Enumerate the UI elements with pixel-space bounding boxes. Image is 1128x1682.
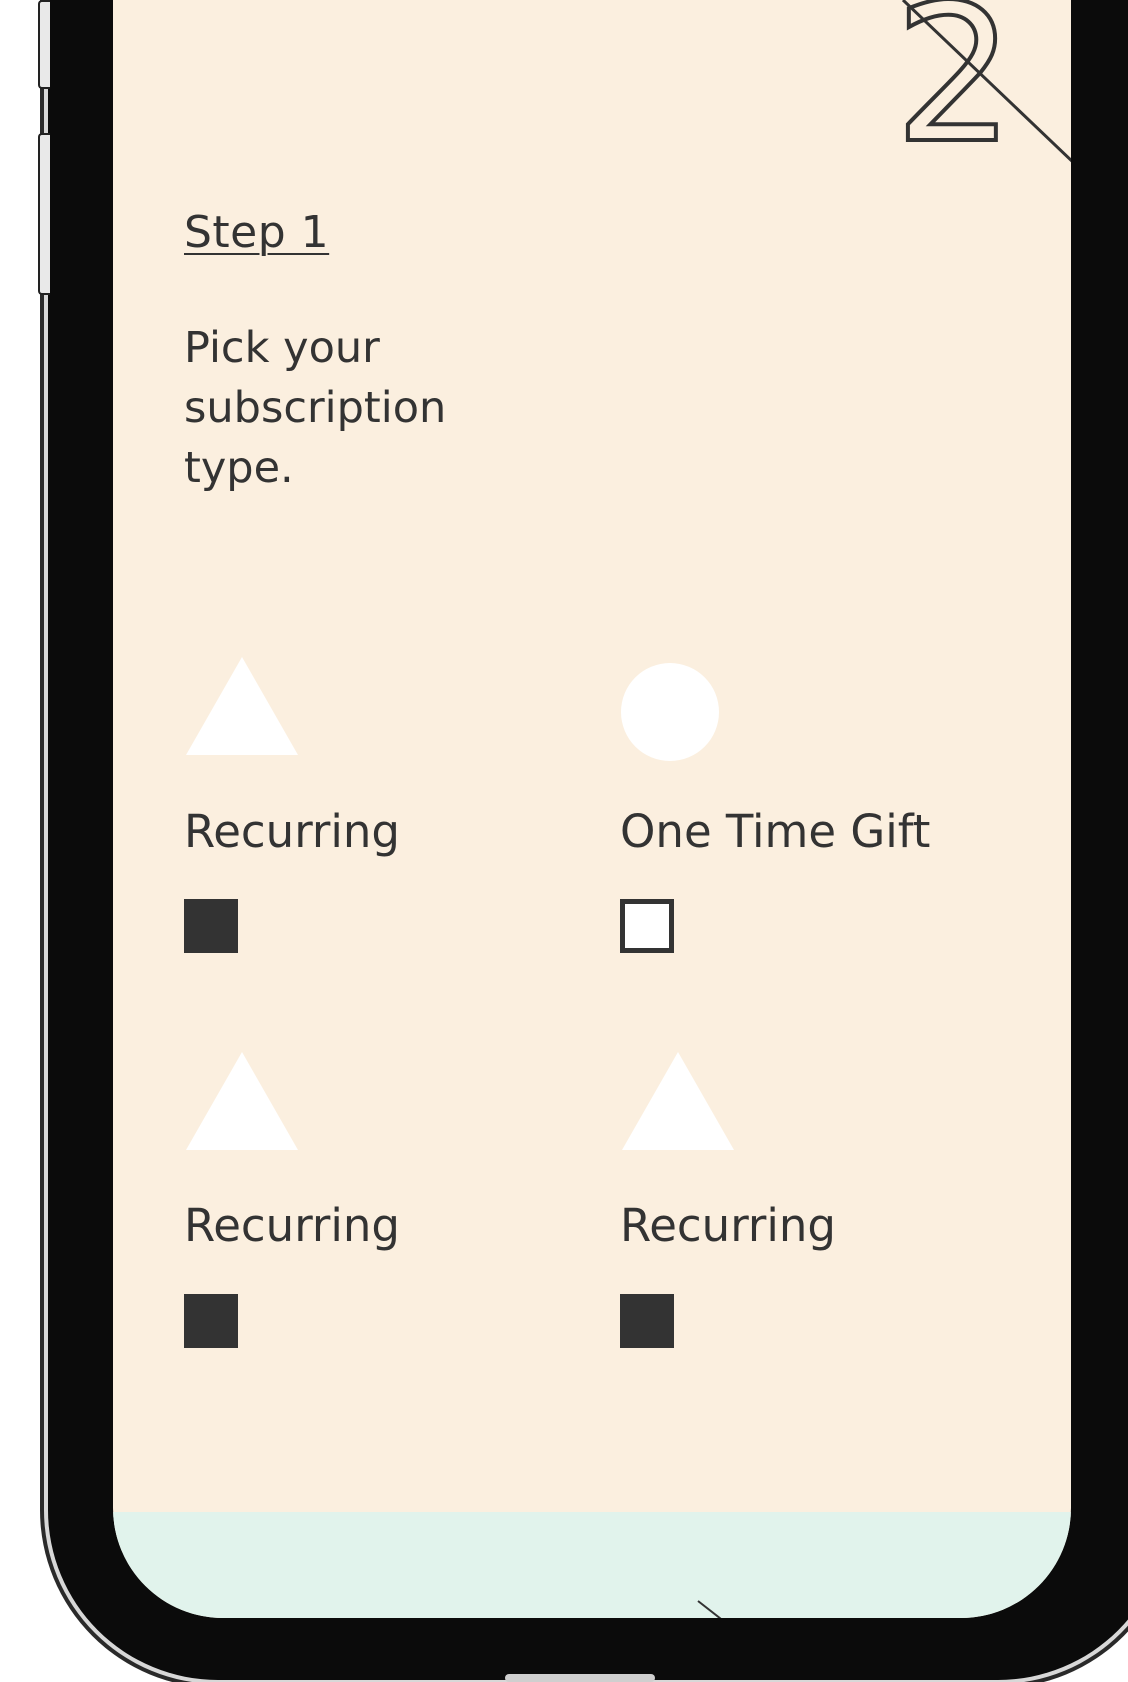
footer-section [113,1512,1071,1618]
circle-icon [621,663,719,761]
power-button [38,133,50,295]
option-one-time-gift[interactable]: One Time Gift [620,662,980,953]
option-label: One Time Gift [620,805,931,858]
option-label: Recurring [184,805,400,858]
option-recurring-3[interactable]: Recurring [620,1050,980,1348]
option-recurring-2[interactable]: Recurring [184,1050,544,1348]
volume-button [38,0,50,89]
triangle-icon [186,657,298,755]
option-checkbox-checked[interactable] [184,1294,238,1348]
step-link[interactable]: Step 1 [184,207,329,258]
triangle-icon [186,1052,298,1150]
home-indicator [505,1674,655,1682]
option-checkbox-unchecked[interactable] [620,899,674,953]
option-label: Recurring [620,1199,836,1252]
step-number-decoration: 2 [892,0,1071,187]
option-checkbox-checked[interactable] [620,1294,674,1348]
option-checkbox-checked[interactable] [184,899,238,953]
triangle-icon [622,1052,734,1150]
decoration-numeral: 2 [894,0,1015,185]
app-screen: 2 Step 1 Pick your subscription type. Re… [113,0,1071,1618]
page-heading: Pick your subscription type. [184,323,447,493]
option-recurring-1[interactable]: Recurring [184,655,544,953]
option-label: Recurring [184,1199,400,1252]
